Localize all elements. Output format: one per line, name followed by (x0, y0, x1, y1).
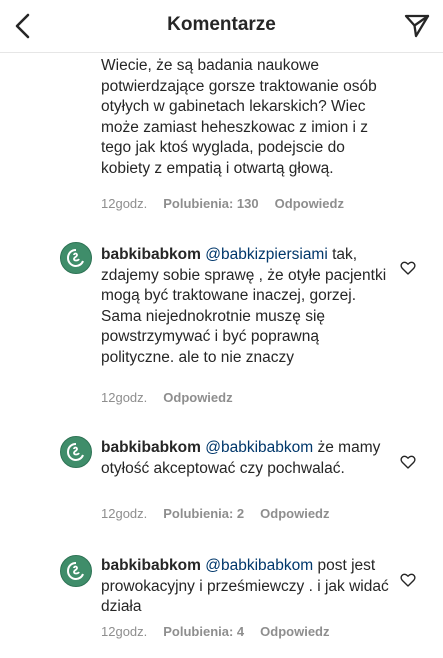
heart-icon[interactable] (400, 260, 416, 276)
avatar[interactable] (60, 555, 92, 587)
comment-meta: 12godz. Polubienia: 2 Odpowiedz (101, 506, 346, 521)
comment-time: 12godz. (101, 624, 148, 639)
avatar[interactable] (60, 436, 92, 468)
logo-icon (66, 249, 84, 268)
heart-icon[interactable] (400, 454, 416, 470)
comment-username[interactable]: babkibabkom (101, 439, 201, 456)
reply-button[interactable]: Odpowiedz (260, 506, 329, 521)
comment-time: 12godz. (101, 196, 148, 211)
header-bar: Komentarze (0, 0, 443, 53)
comment-text: Wiecie, że są badania naukowe potwierdza… (101, 57, 377, 177)
logo-icon (66, 443, 84, 462)
avatar[interactable] (60, 242, 92, 274)
comment-time: 12godz. (101, 390, 148, 405)
comment-mention[interactable]: @babkizpiersiami (205, 246, 328, 263)
comment-username[interactable]: babkibabkom (101, 246, 201, 263)
heart-icon[interactable] (400, 572, 416, 588)
reply-button[interactable]: Odpowiedz (260, 624, 329, 639)
comment-text: babkibabkom @babkizpiersiami tak, zdajem… (101, 245, 391, 368)
paper-plane-icon[interactable] (403, 12, 431, 40)
reply-button[interactable]: Odpowiedz (275, 196, 344, 211)
comment-mention[interactable]: @babkibabkom (205, 557, 313, 574)
comment-likes[interactable]: Polubienia: 2 (163, 506, 244, 521)
comment-likes[interactable]: Polubienia: 130 (163, 196, 258, 211)
logo-icon (66, 562, 84, 581)
page-title: Komentarze (167, 14, 276, 35)
comment-text: babkibabkom @babkibabkom że mamy otyłość… (101, 438, 391, 479)
comment-time: 12godz. (101, 506, 148, 521)
comment-meta: 12godz. Polubienia: 130 Odpowiedz (101, 196, 360, 211)
comment-body: tak, zdajemy sobie sprawę , że otyłe pac… (101, 246, 387, 366)
comment-meta: 12godz. Polubienia: 4 Odpowiedz (101, 624, 346, 639)
comment-username[interactable]: babkibabkom (101, 557, 201, 574)
comment-text: babkibabkom @babkibabkom post jest prowo… (101, 556, 391, 618)
comment-mention[interactable]: @babkibabkom (205, 439, 313, 456)
comment-likes[interactable]: Polubienia: 4 (163, 624, 244, 639)
comment-meta: 12godz. Odpowiedz (101, 390, 249, 405)
reply-button[interactable]: Odpowiedz (163, 390, 232, 405)
